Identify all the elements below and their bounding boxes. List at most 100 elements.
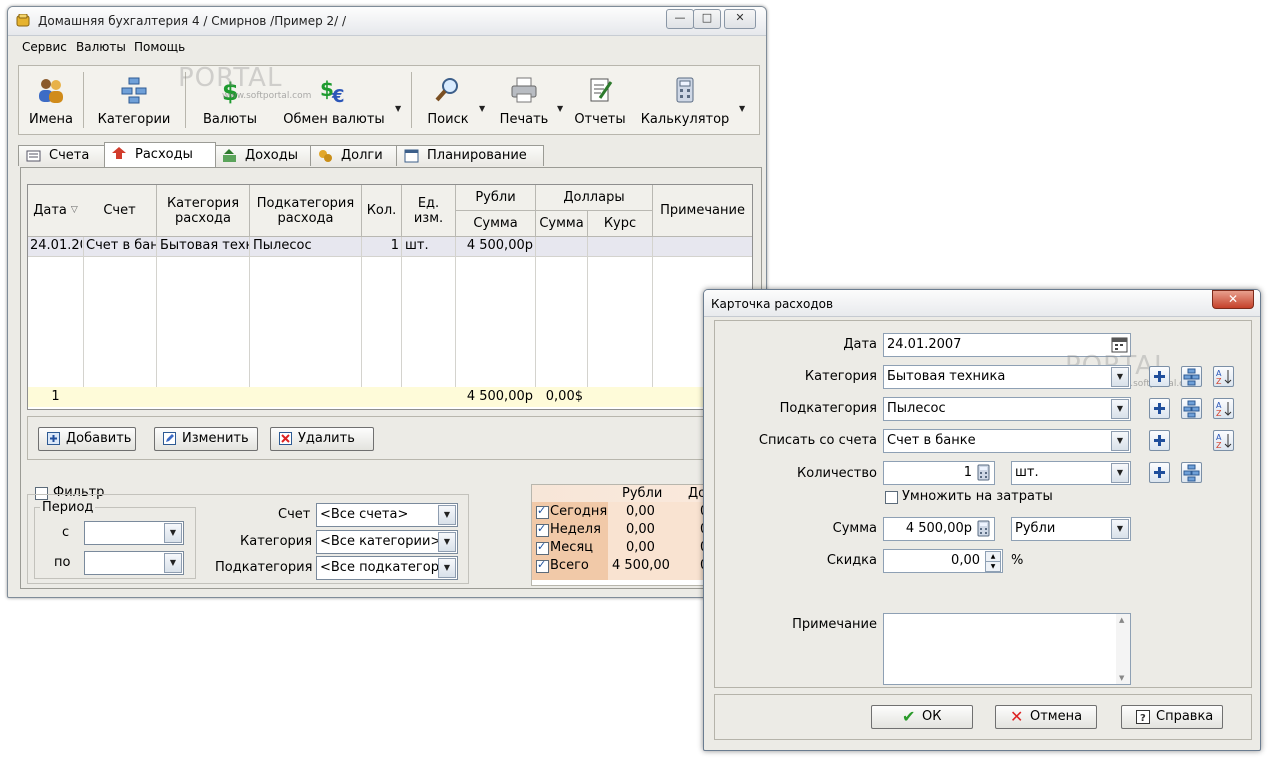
filter-account-combo[interactable]: <Все счета> ▼ [316, 503, 458, 527]
tab-income[interactable]: Доходы [214, 145, 312, 166]
col-header-rub-sum[interactable]: Сумма [456, 211, 536, 237]
filter-subcategory-combo[interactable]: <Все подкатегории> ▼ [316, 556, 458, 580]
chevron-down-icon: ▼ [164, 553, 182, 573]
stats-week-checkbox[interactable] [536, 522, 549, 537]
cell-unit: шт. [405, 238, 429, 253]
edit-button[interactable]: Изменить [154, 427, 258, 451]
col-header-account[interactable]: Счет [83, 185, 157, 237]
cancel-button[interactable]: ✕ Отмена [995, 705, 1097, 729]
tab-expenses[interactable]: Расходы [104, 142, 216, 167]
account-combo[interactable]: Счет в банке ▼ [883, 429, 1131, 453]
menu-bar: Сервис Валюты Помощь [8, 37, 766, 59]
col-header-qty[interactable]: Кол. [362, 185, 402, 237]
sort-az-icon: AZ [1216, 369, 1232, 386]
chevron-down-icon: ▼ [164, 523, 182, 543]
ok-button[interactable]: ✔ ОК [871, 705, 973, 729]
toolbar-names-button[interactable]: Имена [23, 66, 79, 134]
multiply-checkbox[interactable] [885, 491, 898, 504]
total-count: 1 [51, 389, 60, 404]
toolbar-calculator-button[interactable]: Калькулятор [633, 66, 737, 134]
sort-subcategory-button[interactable]: AZ [1213, 398, 1234, 419]
sort-account-button[interactable]: AZ [1213, 430, 1234, 451]
multiply-label: Умножить на затраты [902, 489, 1053, 504]
add-unit-button[interactable] [1149, 462, 1170, 483]
dialog-buttons: ✔ ОК ✕ Отмена ? Справка [714, 694, 1252, 740]
col-header-unit[interactable]: Ед. изм. [402, 185, 456, 237]
tab-debts[interactable]: Долги [310, 145, 398, 166]
calculator-icon[interactable] [975, 520, 992, 537]
unit-combo[interactable]: шт. ▼ [1011, 461, 1131, 485]
col-header-usd-rate[interactable]: Курс [588, 211, 653, 237]
delete-button[interactable]: Удалить [270, 427, 374, 451]
minimize-button[interactable]: — [666, 9, 694, 29]
report-icon [590, 78, 613, 102]
subcategory-combo[interactable]: Пылесос ▼ [883, 397, 1131, 421]
add-category-button[interactable] [1149, 366, 1170, 387]
magnifier-icon [435, 78, 458, 102]
add-subcategory-button[interactable] [1149, 398, 1170, 419]
stats-today-checkbox[interactable] [536, 504, 549, 519]
col-header-note[interactable]: Примечание [653, 185, 752, 237]
col-header-subcategory[interactable]: Подкатегория расхода [250, 185, 362, 237]
subcategory-tree-button[interactable] [1181, 398, 1202, 419]
filter-category-combo[interactable]: <Все категории> ▼ [316, 530, 458, 554]
maximize-button[interactable]: □ [693, 9, 721, 29]
note-textarea[interactable]: ▲ ▼ [883, 613, 1131, 685]
note-scrollbar[interactable]: ▲ ▼ [1116, 614, 1130, 684]
print-dropdown-arrow[interactable]: ▼ [557, 104, 563, 113]
period-from-combo[interactable]: ▼ [84, 521, 184, 545]
qty-field[interactable]: 1 [883, 461, 995, 485]
tab-planning[interactable]: Планирование [396, 145, 544, 166]
main-window: Домашняя бухгалтерия 4 / Смирнов /Пример… [7, 6, 767, 598]
search-dropdown-arrow[interactable]: ▼ [479, 104, 485, 113]
discount-field[interactable]: 0,00 ▲ ▼ [883, 549, 1003, 573]
category-combo[interactable]: Бытовая техника ▼ [883, 365, 1131, 389]
stats-total-checkbox[interactable] [536, 558, 549, 573]
menu-currencies[interactable]: Валюты [76, 40, 126, 54]
svg-text:Z: Z [1216, 409, 1222, 418]
unit-tree-button[interactable] [1181, 462, 1202, 483]
sum-field[interactable]: 4 500,00р [883, 517, 995, 541]
close-button[interactable]: ✕ [724, 9, 756, 29]
col-header-usd: Доллары [536, 185, 653, 211]
expenses-panel: Дата ▽ Счет Категория расхода Подкатегори… [20, 167, 763, 589]
menu-help[interactable]: Помощь [134, 40, 185, 54]
pencil-icon [163, 432, 176, 445]
chevron-down-icon: ▼ [438, 532, 456, 552]
sort-category-button[interactable]: AZ [1213, 366, 1234, 387]
check-icon: ✔ [902, 707, 916, 726]
calculator-icon[interactable] [975, 464, 992, 481]
help-button[interactable]: ? Справка [1121, 705, 1223, 729]
calculator-dropdown-arrow[interactable]: ▼ [739, 104, 745, 113]
subcategory-label: Подкатегория [779, 401, 877, 416]
date-label: Дата [843, 337, 877, 352]
toolbar-search-button[interactable]: Поиск [419, 66, 477, 134]
spin-down-button[interactable]: ▼ [985, 561, 1001, 572]
period-to-combo[interactable]: ▼ [84, 551, 184, 575]
col-header-category[interactable]: Категория расхода [157, 185, 250, 237]
calculator-icon [676, 77, 694, 103]
note-label: Примечание [792, 617, 877, 632]
tab-accounts[interactable]: Счета [18, 145, 106, 166]
toolbar-categories-button[interactable]: Категории [89, 66, 179, 134]
category-tree-button[interactable] [1181, 366, 1202, 387]
svg-text:Z: Z [1216, 377, 1222, 386]
col-header-date[interactable]: Дата ▽ [28, 185, 84, 237]
discount-unit: % [1011, 553, 1024, 568]
period-to-label: по [54, 555, 71, 570]
col-header-usd-sum[interactable]: Сумма [536, 211, 588, 237]
exchange-dropdown-arrow[interactable]: ▼ [395, 104, 401, 113]
action-buttons-area: Добавить Изменить Удалить [27, 416, 753, 460]
sort-arrow-icon: ▽ [70, 205, 78, 215]
menu-service[interactable]: Сервис [22, 40, 67, 54]
stats-month-checkbox[interactable] [536, 540, 549, 555]
expenses-grid: Дата ▽ Счет Категория расхода Подкатегори… [27, 184, 753, 410]
help-icon: ? [1136, 710, 1150, 724]
dialog-close-button[interactable]: ✕ [1212, 290, 1254, 309]
toolbar-print-button[interactable]: Печать [493, 66, 555, 134]
add-button[interactable]: Добавить [38, 427, 136, 451]
toolbar-reports-button[interactable]: Отчеты [571, 66, 629, 134]
add-account-button[interactable] [1149, 430, 1170, 451]
currency-combo[interactable]: Рубли ▼ [1011, 517, 1131, 541]
period-from-label: с [62, 525, 70, 540]
